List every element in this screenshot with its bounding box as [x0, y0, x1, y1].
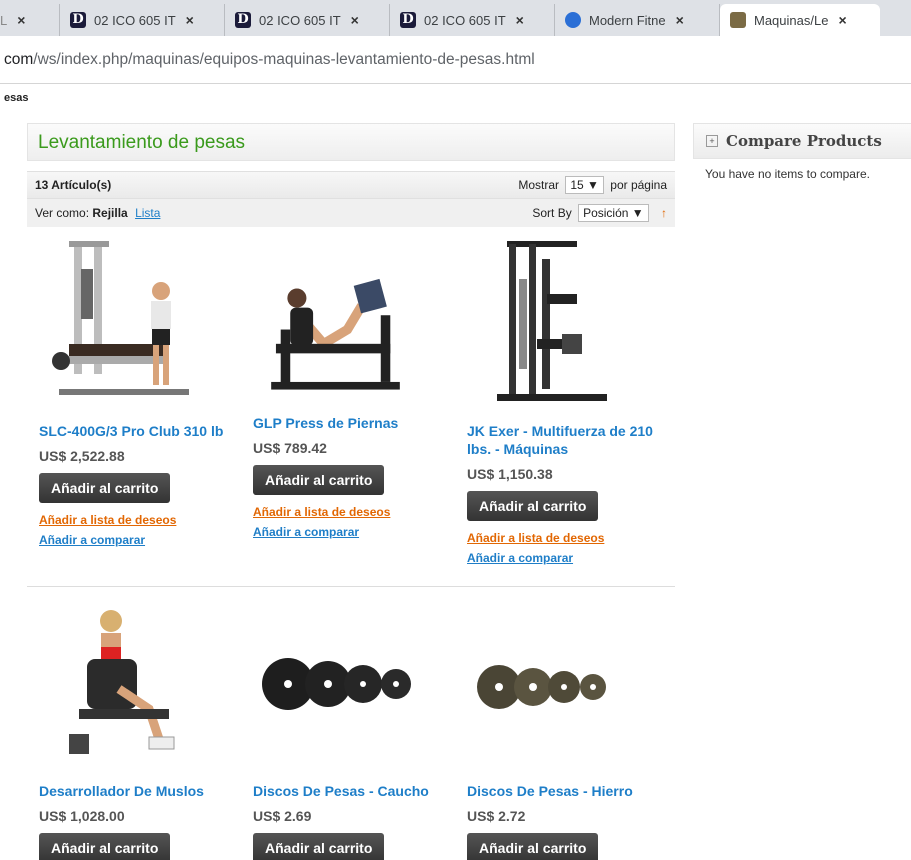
product-name-link[interactable]: Discos De Pesas - Hierro [467, 782, 657, 800]
add-to-cart-button[interactable]: Añadir al carrito [253, 465, 385, 495]
product-name-link[interactable]: JK Exer - Multifuerza de 210 lbs. - Máqu… [467, 422, 657, 458]
product-image-leg-press[interactable] [253, 239, 418, 401]
close-tab-icon[interactable]: × [516, 12, 524, 28]
close-tab-icon[interactable]: × [186, 12, 194, 28]
page-content: esas Levantamiento de pesas 13 Artículo(… [0, 85, 911, 860]
product-item: Desarrollador De Muslos US$ 1,028.00 Aña… [27, 599, 241, 860]
product-name-link[interactable]: Discos De Pesas - Caucho [253, 782, 443, 800]
add-to-compare-link[interactable]: Añadir a comparar [467, 551, 669, 565]
product-price: US$ 789.42 [253, 440, 327, 456]
image-favicon-icon [730, 12, 746, 28]
per-page-label: por página [610, 178, 667, 192]
product-item: GLP Press de Piernas US$ 789.42 Añadir a… [241, 239, 455, 586]
tab-title: L [0, 12, 8, 28]
product-item: Discos De Pesas - Hierro US$ 2.72 Añadir… [455, 599, 669, 860]
browser-tab[interactable]: D 02 ICO 605 IT × [60, 4, 225, 36]
browser-tab[interactable]: D 02 ICO 605 IT × [225, 4, 390, 36]
compare-title: Compare Products [726, 132, 882, 150]
tab-title: 02 ICO 605 IT [424, 12, 506, 28]
view-grid-current: Rejilla [92, 206, 128, 220]
sort-direction-icon[interactable]: ↑ [661, 206, 667, 220]
item-count: 13 Artículo(s) [35, 178, 112, 192]
url-text[interactable]: com/ws/index.php/maquinas/equipos-maquin… [0, 51, 535, 69]
product-image-multi-gym[interactable] [467, 239, 632, 409]
d-logo-icon: D [400, 12, 416, 28]
add-to-cart-button[interactable]: Añadir al carrito [39, 473, 171, 503]
toolbar-limit: 13 Artículo(s) Mostrar 15 ▼ por página [27, 171, 675, 199]
add-to-cart-button[interactable]: Añadir al carrito [253, 833, 385, 860]
view-list-link[interactable]: Lista [135, 206, 160, 220]
per-page-control: Mostrar 15 ▼ por página [518, 176, 667, 194]
add-to-wishlist-link[interactable]: Añadir a lista de deseos [253, 505, 455, 519]
product-price: US$ 1,028.00 [39, 808, 125, 824]
tab-title: 02 ICO 605 IT [94, 12, 176, 28]
add-to-wishlist-link[interactable]: Añadir a lista de deseos [467, 531, 669, 545]
close-tab-icon[interactable]: × [17, 12, 25, 28]
breadcrumb: esas [4, 92, 29, 104]
tab-title: Maquinas/Le [754, 12, 829, 28]
compare-icon: + [706, 135, 718, 147]
view-as-label: Ver como: [35, 206, 90, 220]
add-to-wishlist-link[interactable]: Añadir a lista de deseos [39, 513, 241, 527]
d-logo-icon: D [70, 12, 86, 28]
sort-control: Sort By Posición ▼ ↑ [532, 204, 667, 222]
add-to-cart-button[interactable]: Añadir al carrito [467, 491, 599, 521]
product-row: Desarrollador De Muslos US$ 1,028.00 Aña… [27, 587, 675, 860]
product-row: SLC-400G/3 Pro Club 310 lb US$ 2,522.88 … [27, 227, 675, 587]
tab-title: 02 ICO 605 IT [259, 12, 341, 28]
add-to-cart-button[interactable]: Añadir al carrito [467, 833, 599, 860]
url-host: com [4, 50, 34, 68]
add-to-compare-link[interactable]: Añadir a comparar [39, 533, 241, 547]
url-path: /ws/index.php/maquinas/equipos-maquinas-… [33, 50, 535, 68]
product-price: US$ 1,150.38 [467, 466, 553, 482]
product-price: US$ 2.69 [253, 808, 312, 824]
view-mode: Ver como: Rejilla Lista [35, 206, 160, 220]
page-title: Levantamiento de pesas [38, 132, 246, 153]
product-name-link[interactable]: Desarrollador De Muslos [39, 782, 229, 800]
compare-block-header: + Compare Products [693, 123, 911, 159]
add-to-cart-button[interactable]: Añadir al carrito [39, 833, 171, 860]
modern-fitness-icon [565, 12, 581, 28]
product-name-link[interactable]: GLP Press de Piernas [253, 414, 443, 432]
product-item: SLC-400G/3 Pro Club 310 lb US$ 2,522.88 … [27, 239, 241, 586]
sidebar: + Compare Products You have no items to … [693, 123, 911, 181]
tab-title: Modern Fitne [589, 12, 666, 28]
browser-tab[interactable]: L × [0, 4, 60, 36]
product-name-link[interactable]: SLC-400G/3 Pro Club 310 lb [39, 422, 229, 440]
close-tab-icon[interactable]: × [838, 12, 846, 28]
product-price: US$ 2,522.88 [39, 448, 125, 464]
browser-tab-bar: L × D 02 ICO 605 IT × D 02 ICO 605 IT × … [0, 0, 911, 36]
category-main: Levantamiento de pesas 13 Artículo(s) Mo… [27, 123, 675, 860]
product-grid: SLC-400G/3 Pro Club 310 lb US$ 2,522.88 … [27, 227, 675, 860]
browser-tab-active[interactable]: Maquinas/Le × [720, 4, 880, 36]
d-logo-icon: D [235, 12, 251, 28]
product-image-leg-curl-machine[interactable] [39, 239, 204, 409]
browser-tab[interactable]: D 02 ICO 605 IT × [390, 4, 555, 36]
product-image-thigh-machine[interactable] [39, 599, 204, 769]
close-tab-icon[interactable]: × [351, 12, 359, 28]
per-page-select[interactable]: 15 ▼ [565, 176, 604, 194]
toolbar-sort: Ver como: Rejilla Lista Sort By Posición… [27, 199, 675, 227]
address-bar[interactable]: com/ws/index.php/maquinas/equipos-maquin… [0, 36, 911, 84]
browser-tab[interactable]: Modern Fitne × [555, 4, 720, 36]
product-item: JK Exer - Multifuerza de 210 lbs. - Máqu… [455, 239, 669, 586]
sort-select[interactable]: Posición ▼ [578, 204, 649, 222]
product-price: US$ 2.72 [467, 808, 526, 824]
product-image-rubber-plates[interactable] [253, 599, 418, 769]
sort-by-label: Sort By [532, 206, 572, 220]
product-item: Discos De Pesas - Caucho US$ 2.69 Añadir… [241, 599, 455, 860]
close-tab-icon[interactable]: × [676, 12, 684, 28]
compare-empty-text: You have no items to compare. [705, 167, 870, 181]
add-to-compare-link[interactable]: Añadir a comparar [253, 525, 455, 539]
show-label: Mostrar [518, 178, 560, 192]
product-image-iron-plates[interactable] [467, 599, 632, 769]
category-header: Levantamiento de pesas [27, 123, 675, 161]
